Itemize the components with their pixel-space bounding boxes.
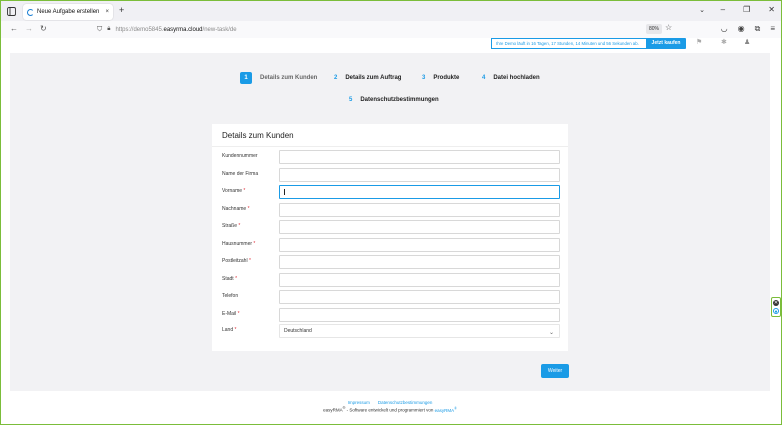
url-path: /new-task/de xyxy=(202,26,237,33)
help-circle-icon[interactable]: ● xyxy=(773,308,779,315)
land-select[interactable]: Deutschland ⌄ xyxy=(279,324,560,338)
field-label: E-Mail * xyxy=(222,311,240,317)
field-row-nachname: Nachname * xyxy=(222,203,560,217)
field-row-firma: Name der Firma xyxy=(222,168,560,182)
step-number: 1 xyxy=(240,72,252,84)
buy-now-button[interactable]: Jetzt kaufen xyxy=(646,38,686,49)
zoom-level[interactable]: 80% xyxy=(646,24,663,34)
url-host: easyrma.cloud xyxy=(163,26,203,33)
card-title: Details zum Kunden xyxy=(222,131,294,140)
hausnummer-input[interactable] xyxy=(279,238,560,252)
email-input[interactable] xyxy=(279,308,560,322)
field-label: Kundennummer xyxy=(222,153,258,159)
navigation-bar: ← → ↻ ⛉ 🔒︎ https://demo5845. easyrma.clou… xyxy=(1,21,781,38)
pocket-icon[interactable]: ◡ xyxy=(721,24,728,34)
forward-arrow-icon[interactable]: → xyxy=(25,24,33,33)
step-number: 5 xyxy=(349,97,353,103)
field-label: Straße * xyxy=(222,223,241,229)
step-5[interactable]: 5 Datenschutzbestimmungen xyxy=(349,97,439,103)
vorname-input[interactable] xyxy=(279,185,560,199)
page-content: Ihre Demo läuft in 16 Tagen, 17 Stunden,… xyxy=(4,38,776,422)
customer-details-card: Details zum Kunden Kundennummer Name der… xyxy=(212,124,568,351)
easyrma-favicon-icon xyxy=(27,8,34,16)
field-row-postleitzahl: Postleitzahl * xyxy=(222,255,560,269)
nachname-input[interactable] xyxy=(279,203,560,217)
field-label: Name der Firma xyxy=(222,171,259,177)
user-avatar-icon[interactable]: ♟ xyxy=(744,38,750,46)
field-label: Postleitzahl * xyxy=(222,258,251,264)
field-label: Vorname * xyxy=(222,188,246,194)
field-row-strasse: Straße * xyxy=(222,220,560,234)
step-2[interactable]: 2 Details zum Auftrag xyxy=(334,75,401,81)
strasse-input[interactable] xyxy=(279,220,560,234)
step-number: 4 xyxy=(482,75,486,81)
lock-icon[interactable]: 🔒︎ xyxy=(107,26,110,33)
privacy-link[interactable]: Datenschutzbestimmungen xyxy=(378,400,433,405)
notification-icon[interactable]: ⚑ xyxy=(696,38,702,46)
field-label: Nachname * xyxy=(222,206,250,212)
field-row-stadt: Stadt * xyxy=(222,273,560,287)
tab-bar: Neue Aufgabe erstellen × + ⌄ – ❐ ✕ xyxy=(1,1,781,21)
stadt-input[interactable] xyxy=(279,273,560,287)
sidebar-icon[interactable] xyxy=(1,1,21,21)
field-row-hausnummer: Hausnummer * xyxy=(222,238,560,252)
field-row-kundennummer: Kundennummer xyxy=(222,150,560,164)
maximize-icon[interactable]: ❐ xyxy=(743,5,750,14)
account-icon[interactable]: ◉ xyxy=(738,24,745,34)
hamburger-menu-icon[interactable]: ≡ xyxy=(770,24,775,34)
url-bar[interactable]: ⛉ 🔒︎ https://demo5845. easyrma.cloud/new-… xyxy=(97,24,677,35)
divider xyxy=(212,146,568,147)
step-1[interactable]: 1 Details zum Kunden xyxy=(240,72,317,84)
postleitzahl-input[interactable] xyxy=(279,255,560,269)
footer-links: Impressum Datenschutzbestimmungen xyxy=(4,400,776,405)
next-button[interactable]: Weiter xyxy=(541,364,569,378)
browser-tab[interactable]: Neue Aufgabe erstellen × xyxy=(23,4,113,20)
close-icon[interactable]: ✕ xyxy=(768,5,775,14)
step-number: 3 xyxy=(422,75,426,81)
imprint-link[interactable]: Impressum xyxy=(348,400,370,405)
reload-icon[interactable]: ↻ xyxy=(40,24,47,33)
tab-title: Neue Aufgabe erstellen xyxy=(37,9,100,15)
new-tab-button[interactable]: + xyxy=(119,5,124,15)
step-label: Details zum Kunden xyxy=(260,75,318,81)
field-label: Land * xyxy=(222,327,237,333)
field-label: Stadt * xyxy=(222,276,238,282)
step-label: Details zum Auftrag xyxy=(345,75,402,81)
step-number: 2 xyxy=(334,75,338,81)
demo-notice: Ihre Demo läuft in 16 Tagen, 17 Stunden,… xyxy=(491,38,649,49)
telefon-input[interactable] xyxy=(279,290,560,304)
easyrma-link[interactable]: easyRMA® xyxy=(435,406,457,413)
step-label: Datei hochladen xyxy=(493,75,540,81)
settings-icon[interactable]: ✱ xyxy=(721,38,727,46)
field-row-land: Land * Deutschland ⌄ xyxy=(222,324,560,338)
chevron-down-icon: ⌄ xyxy=(548,330,554,336)
url-prefix: https://demo5845. xyxy=(115,26,164,33)
back-arrow-icon[interactable]: ← xyxy=(10,24,18,33)
minimize-icon[interactable]: – xyxy=(721,5,725,14)
step-label: Produkte xyxy=(433,75,460,81)
text-caret xyxy=(284,188,285,195)
tab-close-icon[interactable]: × xyxy=(105,9,109,15)
field-label: Telefon xyxy=(222,293,239,299)
field-row-telefon: Telefon xyxy=(222,290,560,304)
firma-input[interactable] xyxy=(279,168,560,182)
land-selected-value: Deutschland xyxy=(284,328,312,334)
close-circle-icon[interactable]: ✕ xyxy=(773,300,779,306)
side-widget: ✕ ● xyxy=(771,297,781,317)
field-row-vorname: Vorname * xyxy=(222,185,560,199)
step-4[interactable]: 4 Datei hochladen xyxy=(482,75,540,81)
bookmark-star-icon[interactable]: ☆ xyxy=(665,23,672,32)
step-3[interactable]: 3 Produkte xyxy=(422,75,459,81)
field-label: Hausnummer * xyxy=(222,241,256,247)
footer-copyright: easyRMA® - Software entwickelt und progr… xyxy=(323,406,457,413)
chevron-down-icon[interactable]: ⌄ xyxy=(699,6,705,14)
step-label: Datenschutzbestimmungen xyxy=(360,97,439,103)
extensions-icon[interactable]: ⧉ xyxy=(755,24,761,34)
shield-icon[interactable]: ⛉ xyxy=(97,26,102,34)
field-row-email: E-Mail * xyxy=(222,308,560,322)
kundennummer-input[interactable] xyxy=(279,150,560,164)
